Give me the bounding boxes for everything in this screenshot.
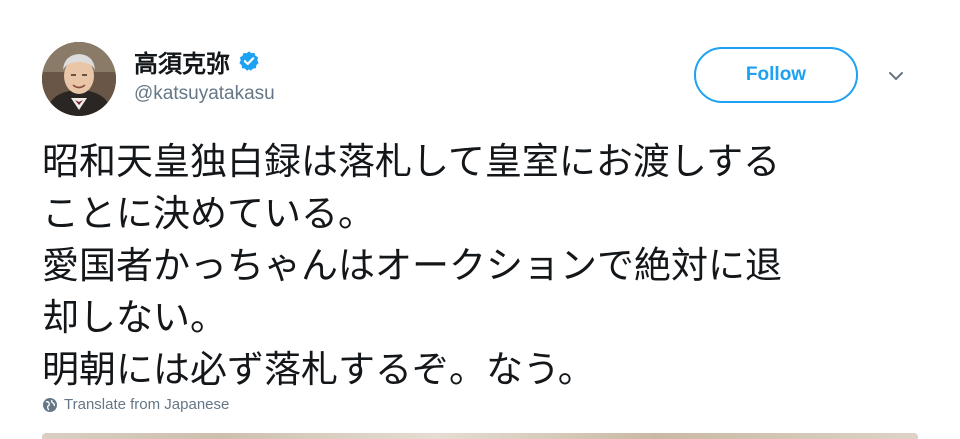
follow-button[interactable]: Follow [694,47,858,103]
avatar-image [42,42,116,116]
display-name[interactable]: 高須克弥 [134,44,230,79]
tweet-text-line: 昭和天皇独白録は落札して皇室にお渡しする [42,140,781,183]
more-options-button[interactable] [884,64,908,88]
tweet-text-line: 却しない。 [42,296,227,339]
globe-icon [42,397,58,413]
tweet-text: 昭和天皇独白録は落札して皇室にお渡しする ことに決めている。 愛国者かっちゃんは… [42,136,922,396]
translate-link[interactable]: Translate from Japanese [42,396,229,413]
tweet-text-line: 愛国者かっちゃんはオークションで絶対に退 [42,244,782,287]
avatar[interactable] [42,42,116,116]
chevron-down-icon [889,72,903,80]
translate-label: Translate from Japanese [64,396,230,413]
tweet-text-line: ことに決めている。 [42,192,375,235]
tweet-card: 高須克弥 @katsuyatakasu Follow 昭和天皇独白録は落札して皇… [0,0,960,439]
verified-badge-icon [238,50,260,72]
user-handle[interactable]: @katsuyatakasu [134,83,275,105]
tweet-text-line: 明朝には必ず落札するぞ。なう。 [42,348,595,391]
media-preview[interactable] [42,433,918,439]
name-row: 高須克弥 [134,44,260,78]
